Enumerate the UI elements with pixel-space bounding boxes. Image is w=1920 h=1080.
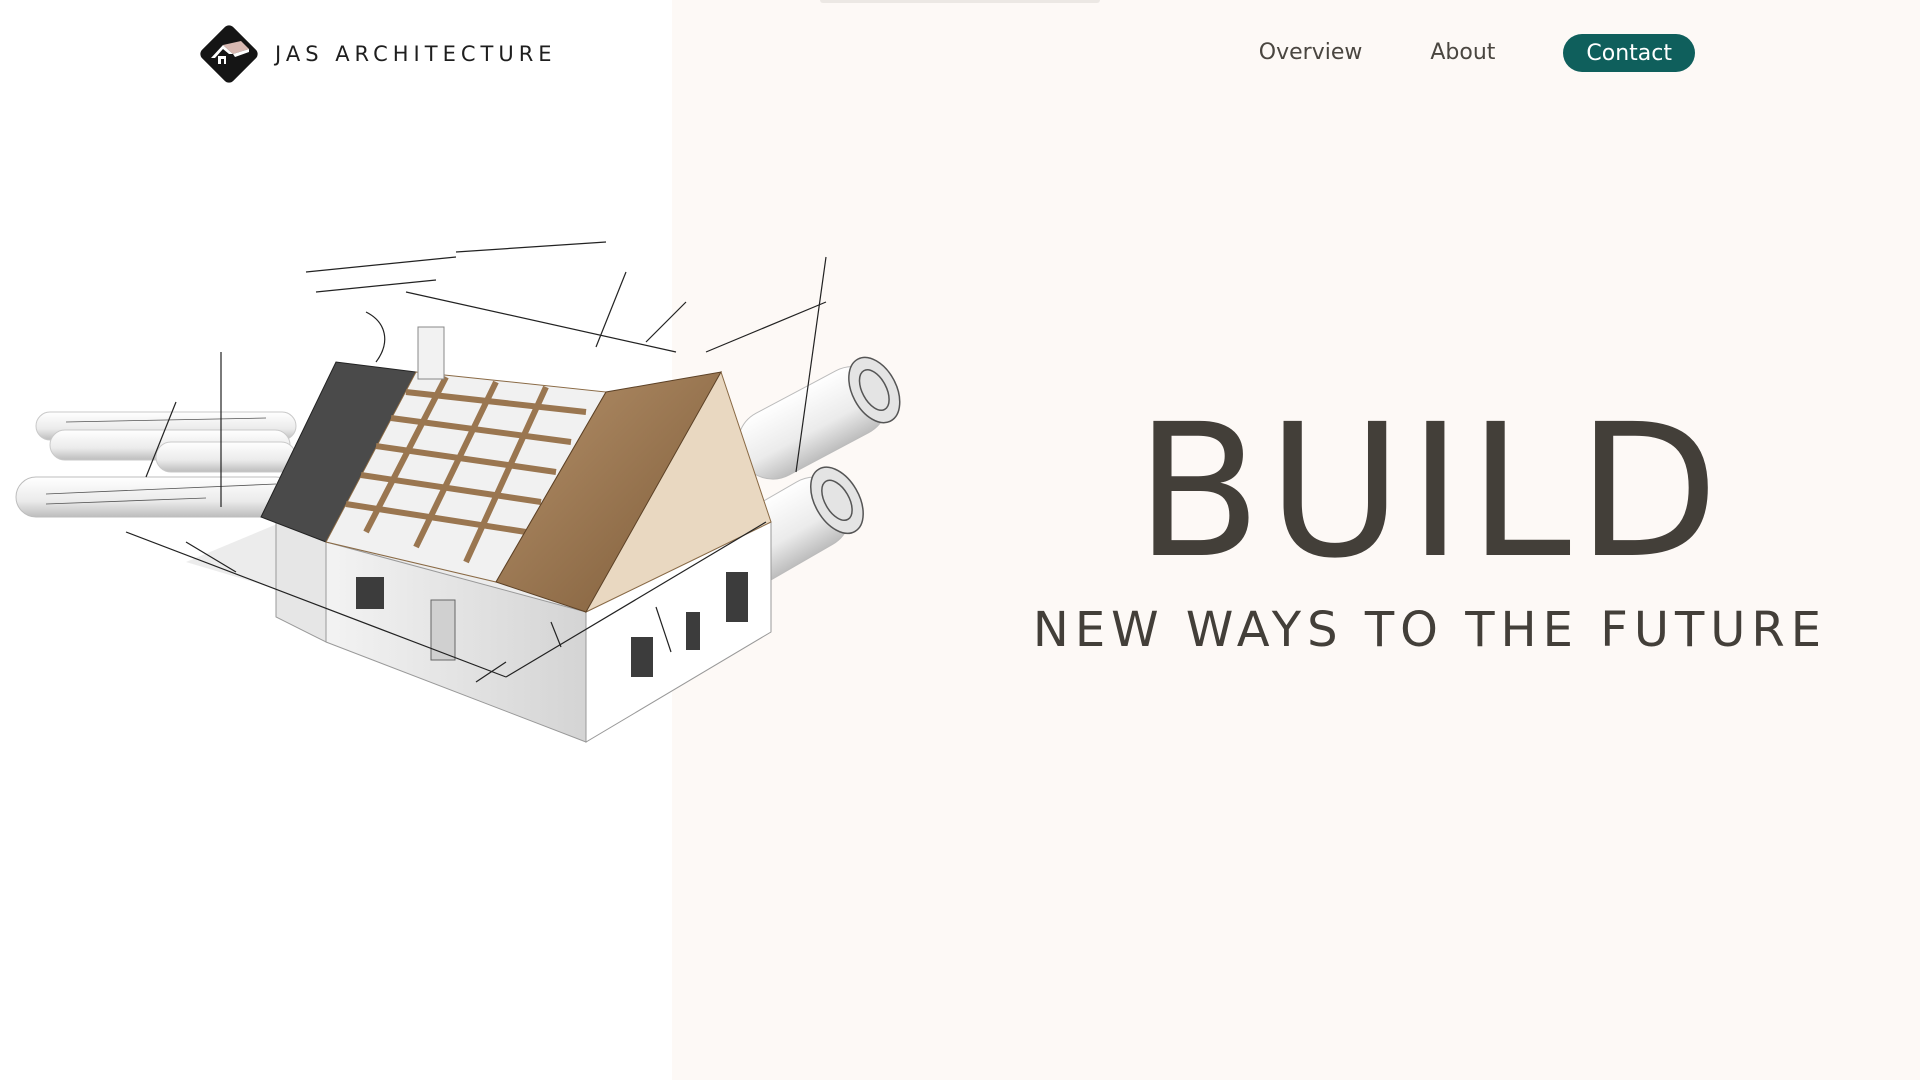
hero-section: BUILD NEW WAYS TO THE FUTURE xyxy=(1000,400,1860,658)
site-header: JAS ARCHITECTURE Overview About Contact xyxy=(0,0,1920,108)
contact-button[interactable]: Contact xyxy=(1563,34,1695,72)
house-roof-diamond-icon xyxy=(200,25,258,83)
brand-name: JAS ARCHITECTURE xyxy=(275,42,557,66)
hero-subtitle: NEW WAYS TO THE FUTURE xyxy=(1032,602,1828,658)
blueprint-rolls-left xyxy=(15,411,297,518)
brand[interactable]: JAS ARCHITECTURE xyxy=(193,18,557,90)
main-nav: Overview About Contact xyxy=(1259,34,1695,72)
hero-title: BUILD xyxy=(1135,385,1725,599)
nav-overview-link[interactable]: Overview xyxy=(1259,34,1363,72)
nav-about-link[interactable]: About xyxy=(1430,34,1495,72)
house-blueprint-illustration xyxy=(15,241,901,743)
landing-page: JAS ARCHITECTURE Overview About Contact xyxy=(0,0,1920,1080)
